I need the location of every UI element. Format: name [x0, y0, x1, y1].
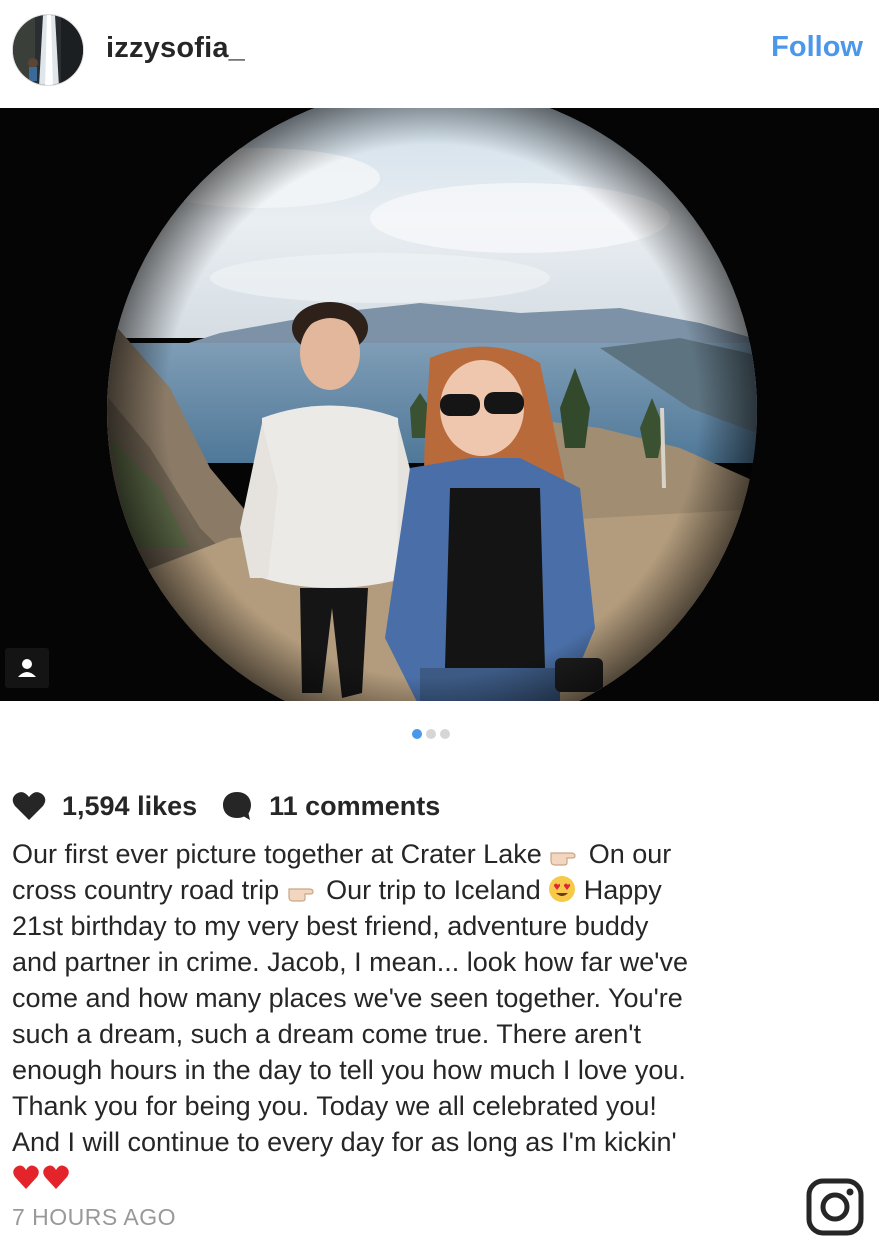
follow-button[interactable]: Follow [771, 31, 863, 64]
caption-line-1: Our first ever picture together at Crate… [12, 836, 872, 872]
heart-icon[interactable] [12, 791, 46, 821]
instagram-logo-icon[interactable] [806, 1178, 864, 1236]
username[interactable]: izzysofia_ [106, 32, 245, 65]
post-header: izzysofia_ Follow [0, 0, 879, 108]
tagged-people-badge[interactable] [5, 648, 49, 688]
post-timestamp: 7 HOURS AGO [12, 1204, 176, 1230]
carousel-dot-1[interactable] [412, 729, 422, 739]
caption-text: Our first ever picture together at Crate… [12, 839, 550, 869]
pointing-hand-icon [550, 852, 576, 866]
post-caption: Our first ever picture together at Crate… [12, 836, 872, 1196]
caption-hearts [12, 1160, 872, 1196]
fisheye-photo [0, 108, 879, 701]
heart-eyes-emoji-icon [549, 876, 576, 902]
caption-text: Our trip to Iceland [318, 875, 549, 905]
pointing-hand-icon [288, 888, 314, 902]
caption-line-8: Thank you for being you. Today we all ce… [12, 1091, 657, 1121]
likes-count[interactable]: 1,594 likes [62, 791, 197, 822]
comments-count[interactable]: 11 comments [269, 791, 440, 822]
caption-line-9: And I will continue to every day for as … [12, 1127, 677, 1157]
carousel-indicator[interactable] [412, 729, 450, 739]
red-hearts-icon [13, 1165, 69, 1189]
comment-icon[interactable] [221, 790, 253, 822]
caption-text: Happy [576, 875, 662, 905]
caption-line-6: such a dream, such a dream come true. Th… [12, 1019, 641, 1049]
caption-line-3: 21st birthday to my very best friend, ad… [12, 911, 649, 941]
caption-text: On our [581, 839, 672, 869]
caption-text: cross country road trip [12, 875, 287, 905]
carousel-dot-2[interactable] [426, 729, 436, 739]
tagged-people-icon [18, 659, 36, 677]
post-photo[interactable] [0, 108, 879, 701]
caption-line-7: enough hours in the day to tell you how … [12, 1055, 686, 1085]
carousel-dot-3[interactable] [440, 729, 450, 739]
caption-line-2: cross country road trip Our trip to Icel… [12, 872, 872, 908]
caption-line-4: and partner in crime. Jacob, I mean... l… [12, 947, 688, 977]
profile-avatar[interactable] [12, 14, 84, 86]
post-stats: 1,594 likes 11 comments [12, 788, 440, 824]
caption-line-5: come and how many places we've seen toge… [12, 983, 683, 1013]
